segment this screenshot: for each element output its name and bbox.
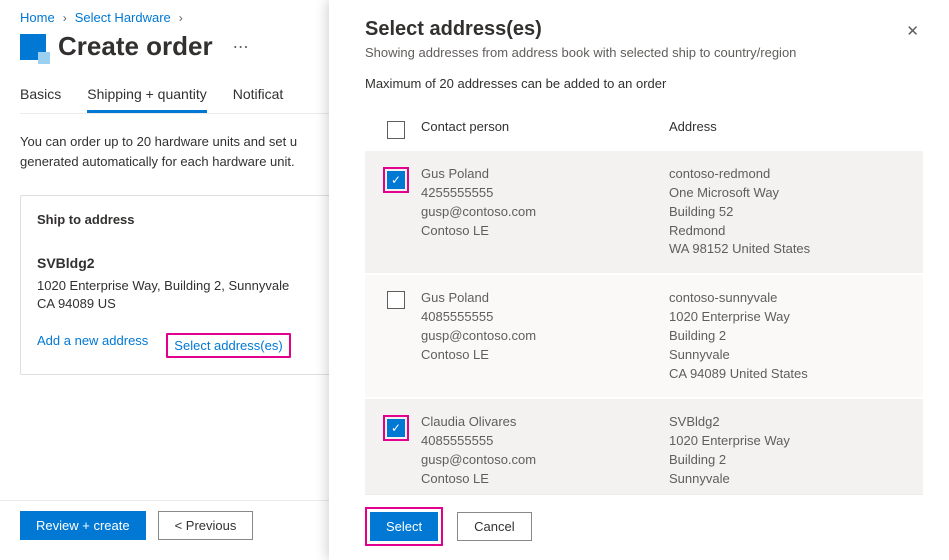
address-cell: contoso-redmondOne Microsoft WayBuilding… bbox=[669, 165, 917, 259]
contact-cell: Gus Poland4085555555gusp@contoso.comCont… bbox=[421, 289, 669, 364]
column-header-contact: Contact person bbox=[421, 119, 669, 139]
tab-basics[interactable]: Basics bbox=[20, 86, 61, 113]
panel-title: Select address(es) bbox=[365, 18, 796, 41]
previous-button[interactable]: < Previous bbox=[158, 511, 254, 540]
address-row[interactable]: ✓ Gus Poland4255555555gusp@contoso.comCon… bbox=[365, 149, 923, 273]
address-cell: SVBldg21020 Enterprise WayBuilding 2Sunn… bbox=[669, 413, 917, 488]
select-address-panel: Select address(es) Showing addresses fro… bbox=[329, 0, 949, 560]
chevron-right-icon: › bbox=[63, 11, 67, 25]
address-row[interactable]: Gus Poland4085555555gusp@contoso.comCont… bbox=[365, 273, 923, 397]
address-checkbox[interactable]: ✓ bbox=[387, 419, 405, 437]
more-actions-button[interactable]: ⋯ bbox=[225, 33, 257, 61]
address-checkbox[interactable] bbox=[387, 291, 405, 309]
ship-to-card: Ship to address SVBldg2 1020 Enterprise … bbox=[20, 195, 370, 375]
address-cell: contoso-sunnyvale1020 Enterprise WayBuil… bbox=[669, 289, 917, 383]
address-row[interactable]: ✓ Claudia Olivares4085555555gusp@contoso.… bbox=[365, 397, 923, 494]
select-addresses-link[interactable]: Select address(es) bbox=[174, 338, 282, 353]
contact-cell: Gus Poland4255555555gusp@contoso.comCont… bbox=[421, 165, 669, 240]
close-icon[interactable]: ✕ bbox=[902, 18, 923, 44]
review-create-button[interactable]: Review + create bbox=[20, 511, 146, 540]
select-all-checkbox[interactable] bbox=[387, 121, 405, 139]
page-title: Create order bbox=[58, 31, 213, 62]
ship-address-line: 1020 Enterprise Way, Building 2, Sunnyva… bbox=[37, 277, 353, 295]
breadcrumb-select-hardware[interactable]: Select Hardware bbox=[75, 10, 171, 25]
tab-shipping-quantity[interactable]: Shipping + quantity bbox=[87, 86, 206, 113]
panel-note: Maximum of 20 addresses can be added to … bbox=[365, 76, 923, 91]
ship-address-line: CA 94089 US bbox=[37, 295, 353, 313]
cancel-button[interactable]: Cancel bbox=[457, 512, 531, 541]
ship-address-name: SVBldg2 bbox=[37, 255, 353, 271]
breadcrumb-home[interactable]: Home bbox=[20, 10, 55, 25]
contact-cell: Claudia Olivares4085555555gusp@contoso.c… bbox=[421, 413, 669, 488]
column-header-address: Address bbox=[669, 119, 917, 139]
chevron-right-icon: › bbox=[179, 11, 183, 25]
select-button[interactable]: Select bbox=[370, 512, 438, 541]
ship-to-header: Ship to address bbox=[37, 212, 353, 227]
order-icon bbox=[20, 34, 46, 60]
add-new-address-link[interactable]: Add a new address bbox=[37, 333, 148, 358]
tab-notifications[interactable]: Notificat bbox=[233, 86, 284, 113]
panel-footer: Select Cancel bbox=[365, 494, 923, 546]
address-table: Contact person Address ✓ Gus Poland425555… bbox=[365, 109, 923, 494]
address-checkbox[interactable]: ✓ bbox=[387, 171, 405, 189]
panel-subtitle: Showing addresses from address book with… bbox=[365, 45, 796, 60]
